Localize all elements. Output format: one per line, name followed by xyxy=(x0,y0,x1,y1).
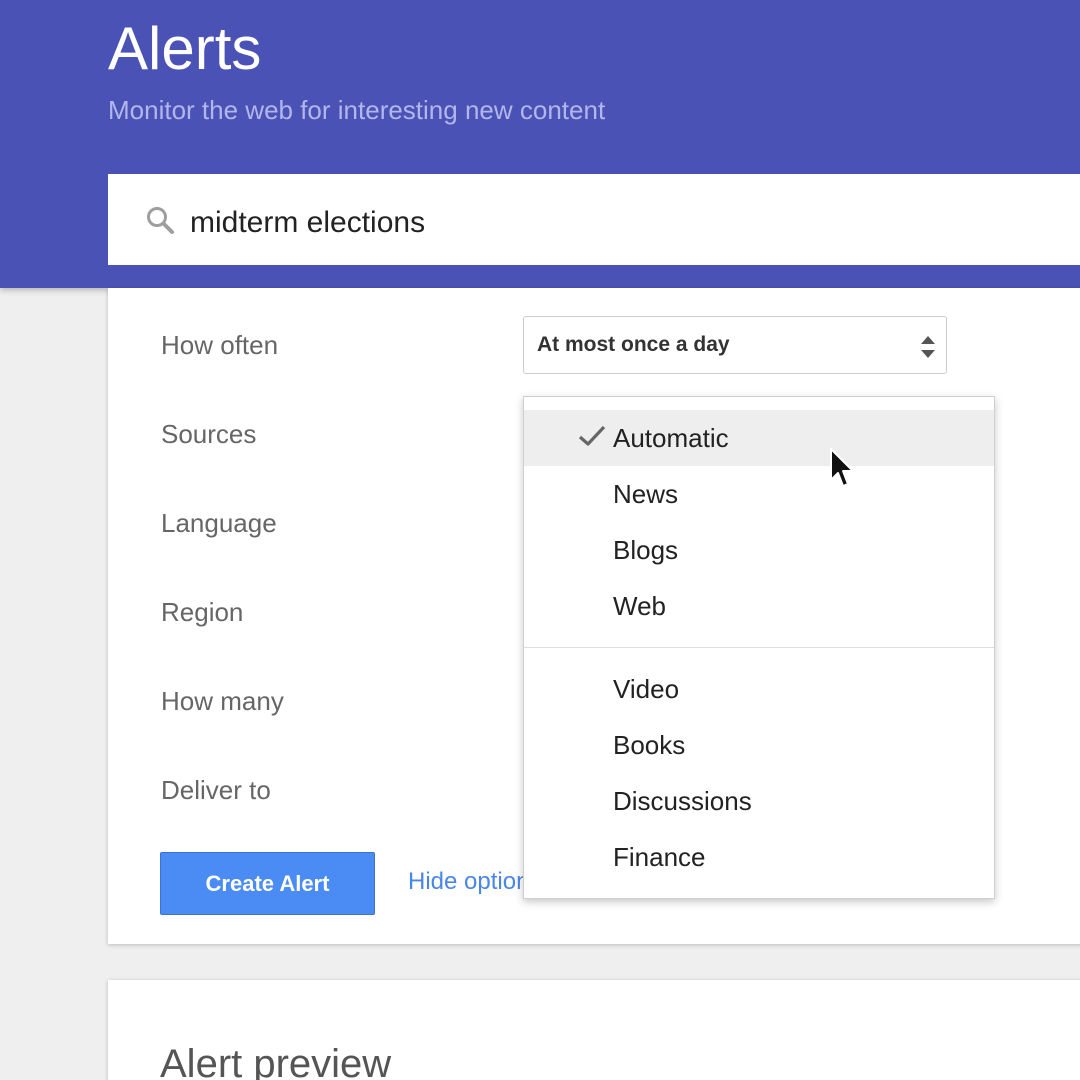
menu-item-label: Video xyxy=(613,674,680,704)
language-label: Language xyxy=(161,508,277,538)
sources-option-news[interactable]: News xyxy=(524,466,994,522)
deliver-to-label: Deliver to xyxy=(161,775,271,805)
menu-item-label: Books xyxy=(613,730,686,760)
menu-item-label: Finance xyxy=(613,842,706,872)
search-icon xyxy=(147,207,174,234)
sources-option-blogs[interactable]: Blogs xyxy=(524,522,994,578)
hide-options-link[interactable]: Hide options xyxy=(408,868,524,896)
alert-preview-title: Alert preview xyxy=(160,1042,392,1080)
alert-preview-card: Alert preview xyxy=(108,980,1080,1080)
menu-item-label: Discussions xyxy=(613,786,752,816)
region-label: Region xyxy=(161,597,244,627)
sources-option-web[interactable]: Web xyxy=(524,578,994,634)
sources-label: Sources xyxy=(161,419,257,449)
search-input[interactable]: midterm elections xyxy=(190,206,425,240)
menu-item-label: Automatic xyxy=(613,423,729,453)
page-subtitle: Monitor the web for interesting new cont… xyxy=(108,95,606,125)
menu-item-label: Blogs xyxy=(613,535,679,565)
how-often-select[interactable]: At most once a day xyxy=(523,316,947,374)
how-many-label: How many xyxy=(161,686,284,716)
create-alert-button[interactable]: Create Alert xyxy=(160,852,375,915)
menu-divider xyxy=(524,647,994,648)
search-bar[interactable]: midterm elections xyxy=(108,174,1080,265)
arrow-cursor-icon xyxy=(830,448,854,487)
sources-option-discussions[interactable]: Discussions xyxy=(524,773,994,829)
page-title: Alerts xyxy=(108,15,262,82)
sources-option-books[interactable]: Books xyxy=(524,717,994,773)
how-often-value: At most once a day xyxy=(537,333,730,356)
sources-option-video[interactable]: Video xyxy=(524,661,994,717)
sources-option-automatic[interactable]: Automatic xyxy=(524,410,994,466)
checkmark-icon xyxy=(578,425,606,446)
up-down-arrows-icon xyxy=(921,336,935,358)
sources-dropdown-menu: Automatic News Blogs Web Video Books Dis… xyxy=(523,396,995,899)
how-often-label: How often xyxy=(161,330,279,360)
sources-option-finance[interactable]: Finance xyxy=(524,829,994,885)
menu-item-label: Web xyxy=(613,591,666,621)
menu-item-label: News xyxy=(613,479,679,509)
